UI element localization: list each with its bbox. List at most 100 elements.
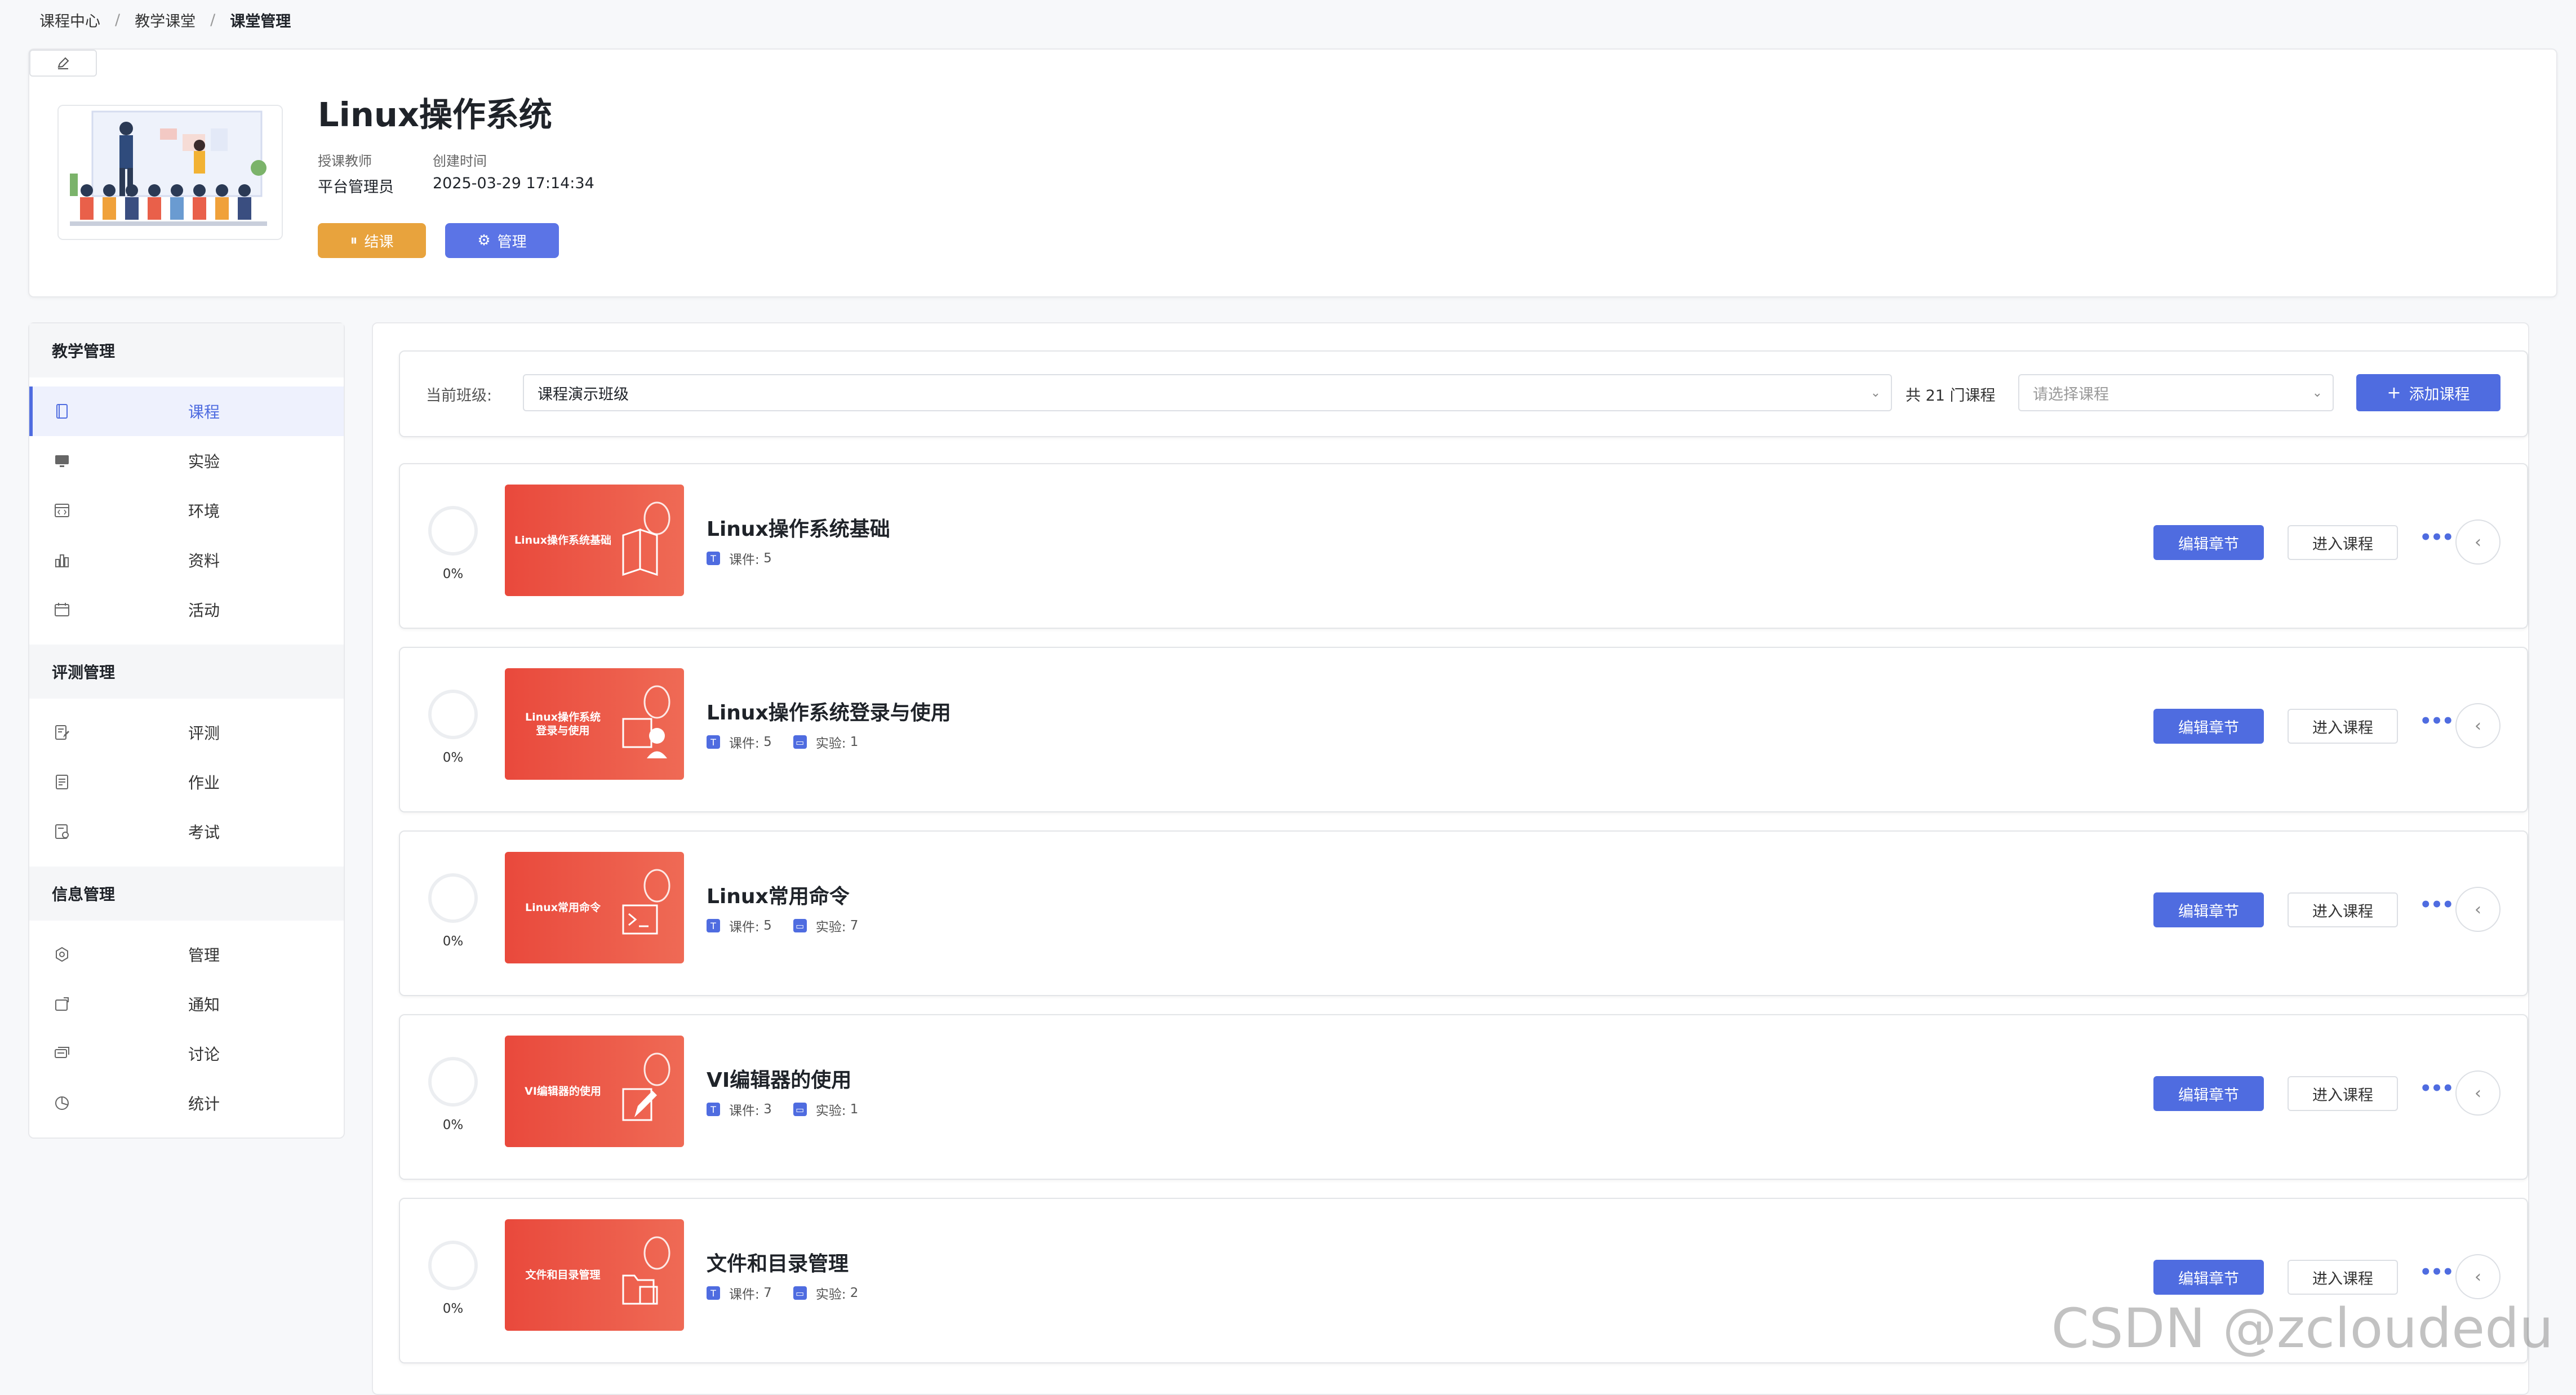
enter-course-button[interactable]: 进入课程 (2288, 1076, 2398, 1111)
enter-course-button[interactable]: 进入课程 (2288, 1260, 2398, 1295)
more-icon[interactable]: ••• (2419, 526, 2454, 549)
chevron-left-icon[interactable]: ‹ (2455, 1254, 2501, 1299)
sidebar-section-teaching: 教学管理 (29, 323, 344, 377)
course-thumbnail[interactable]: Linux常用命令 (505, 852, 684, 963)
bar-chart-icon (52, 550, 72, 570)
edit-chapter-button[interactable]: 编辑章节 (2153, 709, 2264, 744)
chevron-left-icon[interactable]: ‹ (2455, 519, 2501, 565)
courseware-icon: T (707, 1103, 720, 1116)
created-time-label: 创建时间 (433, 153, 487, 169)
sidebar-item-label: 实验 (188, 452, 220, 471)
course-cover-image (57, 105, 283, 240)
breadcrumb-separator: / (210, 11, 216, 29)
sidebar-item-label: 环境 (188, 502, 220, 521)
add-course-button[interactable]: + 添加课程 (2356, 374, 2501, 411)
edit-chapter-button[interactable]: 编辑章节 (2153, 525, 2264, 560)
calendar-icon (52, 599, 72, 620)
course-thumbnail[interactable]: Linux操作系统基础 (505, 485, 684, 596)
enter-course-button[interactable]: 进入课程 (2288, 525, 2398, 560)
more-icon[interactable]: ••• (2419, 710, 2454, 732)
course-select[interactable]: 请选择课程 ⌄ (2018, 374, 2334, 411)
course-title[interactable]: Linux操作系统登录与使用 (707, 696, 951, 726)
progress-text: 0% (442, 934, 464, 949)
edit-chapter-button[interactable]: 编辑章节 (2153, 1076, 2264, 1111)
more-icon[interactable]: ••• (2419, 1261, 2454, 1283)
course-thumbnail[interactable]: VI编辑器的使用 (505, 1036, 684, 1147)
created-time-value: 2025-03-29 17:14:34 (433, 175, 594, 192)
sidebar-item-discussion[interactable]: 讨论 (29, 1029, 344, 1078)
chevron-left-icon[interactable]: ‹ (2455, 1070, 2501, 1116)
pen-icon (622, 1052, 670, 1121)
course-meta: T 课件: 5 ▭ 实验: 1 (707, 732, 880, 752)
edit-chapter-button[interactable]: 编辑章节 (2153, 1260, 2264, 1295)
class-select[interactable]: 课程演示班级 ⌄ (523, 374, 1892, 411)
sidebar-item-statistics[interactable]: 统计 (29, 1078, 344, 1128)
course-title[interactable]: VI编辑器的使用 (707, 1064, 851, 1093)
progress-ring (428, 1241, 478, 1290)
progress-ring (428, 506, 478, 556)
course-meta: T 课件: 7 ▭ 实验: 2 (707, 1283, 880, 1303)
end-class-button[interactable]: ⏸ 结课 (318, 223, 426, 258)
sidebar-item-label: 作业 (188, 774, 220, 792)
gear-icon: ⚙ (477, 232, 491, 249)
pause-circle-icon: ⏸ (350, 232, 358, 249)
edit-chapter-button[interactable]: 编辑章节 (2153, 892, 2264, 927)
progress-text: 0% (442, 567, 464, 581)
breadcrumb-item-teaching-class[interactable]: 教学课堂 (135, 9, 196, 31)
course-meta: T 课件: 5 (707, 549, 793, 568)
course-count: 共 21 门课程 (1906, 387, 1996, 405)
progress-ring (428, 690, 478, 739)
course-thumbnail[interactable]: Linux操作系统 登录与使用 (505, 668, 684, 780)
sidebar-item-course[interactable]: 课程 (29, 386, 344, 436)
more-icon[interactable]: ••• (2419, 894, 2454, 916)
sidebar-item-notice[interactable]: 通知 (29, 979, 344, 1029)
teacher-label: 授课教师 (318, 153, 372, 169)
course-title[interactable]: 文件和目录管理 (707, 1247, 849, 1277)
progress-text: 0% (442, 750, 464, 765)
manage-button[interactable]: ⚙ 管理 (445, 223, 559, 258)
enter-course-button[interactable]: 进入课程 (2288, 709, 2398, 744)
monitor-icon: ▭ (793, 1103, 807, 1116)
course-meta: T 课件: 5 ▭ 实验: 7 (707, 916, 880, 935)
chevron-down-icon: ⌄ (2312, 385, 2322, 400)
breadcrumb-item-course-center[interactable]: 课程中心 (39, 9, 100, 31)
gear-icon (52, 944, 72, 965)
sidebar-item-homework[interactable]: 作业 (29, 757, 344, 807)
sidebar-item-label: 管理 (188, 946, 220, 965)
pie-chart-icon (52, 1093, 72, 1113)
course-thumbnail[interactable]: 文件和目录管理 (505, 1219, 684, 1331)
sidebar-item-activity[interactable]: 活动 (29, 585, 344, 634)
sidebar-section-evaluation: 评测管理 (29, 645, 344, 699)
notice-icon (52, 994, 72, 1014)
chevron-down-icon: ⌄ (1870, 385, 1881, 400)
sidebar-item-label: 活动 (188, 601, 220, 620)
course-title[interactable]: Linux操作系统基础 (707, 513, 890, 542)
progress-ring (428, 873, 478, 923)
more-icon[interactable]: ••• (2419, 1077, 2454, 1100)
sidebar-item-exam[interactable]: 考试 (29, 807, 344, 856)
edit-course-button[interactable] (29, 50, 97, 77)
teacher-value: 平台管理员 (318, 179, 394, 196)
sidebar-item-experiment[interactable]: 实验 (29, 436, 344, 486)
watermark: CSDN @zcloudedu (2051, 1297, 2553, 1360)
code-window-icon (52, 500, 72, 521)
enter-course-button[interactable]: 进入课程 (2288, 892, 2398, 927)
chevron-left-icon[interactable]: ‹ (2455, 703, 2501, 748)
exam-icon (52, 821, 72, 842)
monitor-icon: ▭ (793, 735, 807, 749)
breadcrumb-separator: / (115, 11, 121, 29)
course-card: 0% Linux操作系统 登录与使用 Linux操作系统登录与使用 T 课件: 5… (399, 647, 2528, 812)
sidebar-item-environment[interactable]: 环境 (29, 486, 344, 535)
sidebar-item-assessment[interactable]: 评测 (29, 708, 344, 757)
sidebar-item-label: 课程 (188, 403, 220, 421)
sidebar-item-label: 统计 (188, 1095, 220, 1113)
courseware-icon: T (707, 735, 720, 749)
sidebar-item-materials[interactable]: 资料 (29, 535, 344, 585)
sidebar-item-manage[interactable]: 管理 (29, 930, 344, 979)
sidebar-item-label: 评测 (188, 724, 220, 743)
course-title[interactable]: Linux常用命令 (707, 880, 850, 909)
book-icon (622, 501, 670, 576)
chevron-left-icon[interactable]: ‹ (2455, 887, 2501, 932)
course-card: 0% VI编辑器的使用 VI编辑器的使用 T 课件: 3 ▭ 实验: 1 编辑章节 … (399, 1014, 2528, 1180)
progress-ring (428, 1057, 478, 1107)
